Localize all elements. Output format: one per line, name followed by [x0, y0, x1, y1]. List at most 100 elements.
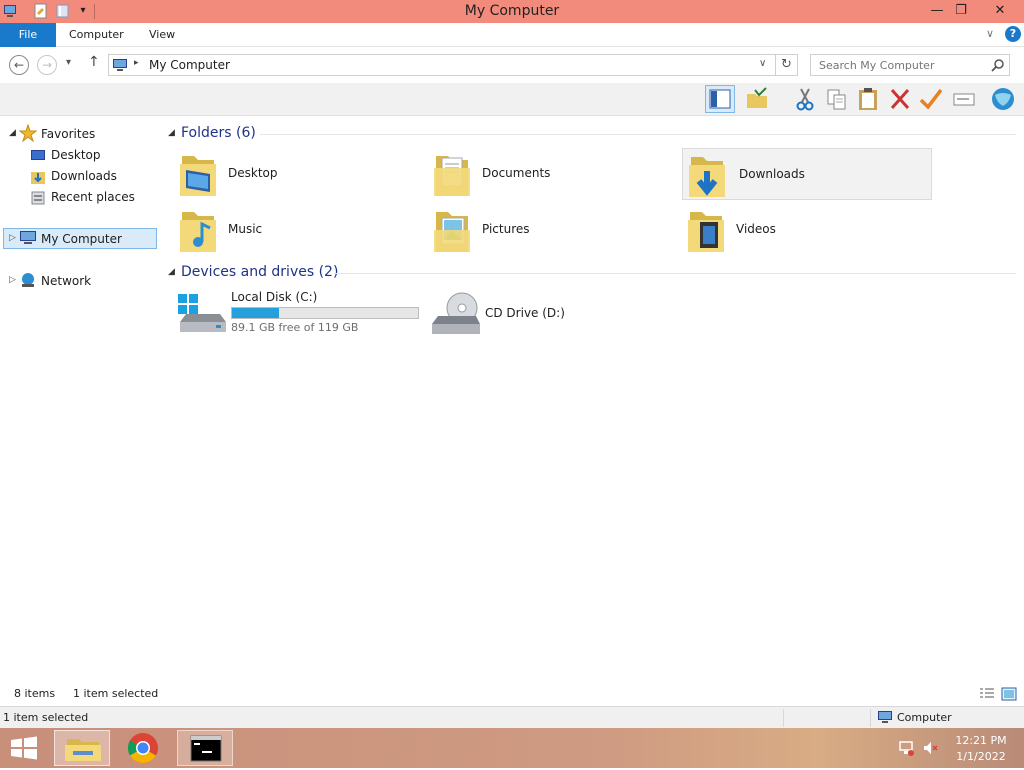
sidebar-label-my-computer: My Computer: [41, 232, 122, 246]
sidebar-item-desktop[interactable]: Desktop: [51, 148, 101, 162]
pictures-folder-icon: [432, 206, 472, 254]
rename-icon[interactable]: [951, 86, 977, 112]
group-divider: [334, 273, 1016, 274]
computer-icon: [877, 710, 893, 727]
folder-music[interactable]: Music: [178, 204, 428, 256]
large-icons-view-icon[interactable]: [1001, 687, 1017, 704]
local-disk-icon: [176, 292, 228, 339]
clock-time[interactable]: 12:21 PM: [948, 734, 1014, 747]
desktop-folder-icon: [178, 150, 218, 198]
sidebar-item-recent-places[interactable]: Recent places: [51, 190, 135, 204]
tab-computer[interactable]: Computer: [59, 23, 134, 47]
details-selected: 1 item selected: [3, 711, 89, 724]
taskbar-chrome-icon[interactable]: [115, 730, 171, 766]
expand-ribbon-icon[interactable]: ∨: [986, 27, 994, 40]
windows-start-icon[interactable]: [10, 736, 38, 763]
group-header-folders[interactable]: Folders (6): [181, 125, 256, 141]
drive-name: Local Disk (C:): [231, 290, 318, 304]
expand-arrow-icon[interactable]: ▷: [9, 233, 16, 243]
volume-muted-icon[interactable]: [922, 740, 938, 759]
network-globe-icon[interactable]: [990, 86, 1016, 112]
clock-date[interactable]: 1/1/2022: [948, 750, 1014, 763]
status-bar: 8 items 1 item selected: [0, 684, 1024, 706]
address-dropdown-icon[interactable]: ∨: [759, 58, 766, 69]
desktop-icon: [30, 148, 46, 167]
preview-pane-icon[interactable]: [705, 85, 735, 113]
drive-usage-fill: [232, 308, 279, 318]
taskbar-file-explorer[interactable]: [54, 730, 110, 766]
music-folder-icon: [178, 206, 218, 254]
network-status-icon[interactable]: [898, 740, 914, 759]
forward-button[interactable]: →: [37, 55, 57, 75]
address-bar[interactable]: ▸ My Computer ∨: [108, 54, 776, 76]
network-icon: [19, 272, 37, 291]
maximize-button[interactable]: ❐: [946, 0, 976, 22]
recent-locations-icon[interactable]: ▾: [66, 57, 71, 68]
folder-downloads[interactable]: Downloads: [682, 148, 932, 200]
refresh-button[interactable]: ↻: [776, 54, 798, 76]
computer-icon: [112, 57, 128, 76]
collapse-arrow-icon[interactable]: ◢: [168, 128, 175, 138]
drive-name: CD Drive (D:): [485, 306, 565, 320]
copy-icon[interactable]: [824, 86, 850, 112]
folder-desktop[interactable]: Desktop: [178, 148, 428, 200]
toolbar: ▾: [0, 83, 1024, 185]
recent-places-icon: [30, 190, 46, 209]
divider: [870, 709, 871, 727]
details-view-icon[interactable]: [979, 687, 995, 704]
item-count: 8 items: [14, 687, 56, 700]
star-icon: [18, 123, 38, 145]
cut-icon[interactable]: [792, 86, 818, 112]
drive-usage-bar: [231, 307, 419, 319]
sidebar-item-favorites[interactable]: Favorites: [41, 127, 95, 141]
collapse-arrow-icon[interactable]: ◢: [168, 267, 175, 277]
close-button[interactable]: ✕: [985, 0, 1015, 22]
details-bar: 1 item selected Computer: [0, 706, 1024, 728]
my-computer-icon: [19, 230, 37, 249]
drive-d[interactable]: CD Drive (D:): [430, 290, 630, 340]
folder-label: Downloads: [739, 167, 805, 181]
help-icon[interactable]: ?: [1005, 26, 1021, 42]
divider: [783, 709, 784, 727]
details-location: Computer: [897, 711, 952, 724]
group-divider: [260, 134, 1016, 135]
collapse-arrow-icon[interactable]: ◢: [9, 128, 16, 138]
delete-icon[interactable]: [887, 86, 913, 112]
window-title: My Computer: [464, 3, 560, 19]
folder-pictures[interactable]: Pictures: [432, 204, 682, 256]
documents-folder-icon: [432, 150, 472, 198]
drive-free-space: 89.1 GB free of 119 GB: [231, 321, 359, 334]
search-box[interactable]: [810, 54, 1010, 76]
search-icon[interactable]: [991, 58, 1005, 75]
tab-file[interactable]: File: [0, 23, 56, 47]
sidebar-item-network[interactable]: Network: [41, 274, 91, 288]
selected-count: 1 item selected: [73, 687, 159, 700]
select-folder-icon[interactable]: [744, 86, 770, 112]
breadcrumb-chevron-icon[interactable]: ▸: [134, 58, 139, 68]
folder-label: Documents: [482, 166, 551, 180]
navigation-pane: ◢ Favorites Desktop Downloads Recent pla…: [0, 117, 160, 684]
paste-icon[interactable]: [855, 86, 881, 112]
tab-view[interactable]: View: [139, 23, 185, 47]
back-button[interactable]: ←: [9, 55, 29, 75]
taskbar-command-prompt-icon[interactable]: [177, 730, 233, 766]
expand-arrow-icon[interactable]: ▷: [9, 275, 16, 285]
videos-folder-icon: [686, 206, 726, 254]
sidebar-item-downloads[interactable]: Downloads: [51, 169, 117, 183]
folder-label: Videos: [736, 222, 776, 236]
group-header-devices[interactable]: Devices and drives (2): [181, 264, 338, 280]
navigation-bar: ← → ▾ ↑ ▸ My Computer ∨ ↻: [0, 48, 1024, 82]
search-input[interactable]: [811, 55, 981, 75]
checkmark-icon[interactable]: [918, 86, 944, 112]
folder-label: Desktop: [228, 166, 278, 180]
folder-documents[interactable]: Documents: [432, 148, 682, 200]
downloads-folder-icon: [687, 151, 727, 199]
folder-videos[interactable]: Videos: [686, 204, 936, 256]
folder-label: Pictures: [482, 222, 530, 236]
downloads-icon: [30, 169, 46, 188]
title-bar: ▾ My Computer — ❐ ✕: [0, 0, 1024, 23]
ribbon-tabs: File Computer View ∨ ?: [0, 23, 1024, 47]
up-button[interactable]: ↑: [88, 54, 100, 70]
taskbar: 12:21 PM 1/1/2022: [0, 728, 1024, 768]
folder-label: Music: [228, 222, 263, 236]
